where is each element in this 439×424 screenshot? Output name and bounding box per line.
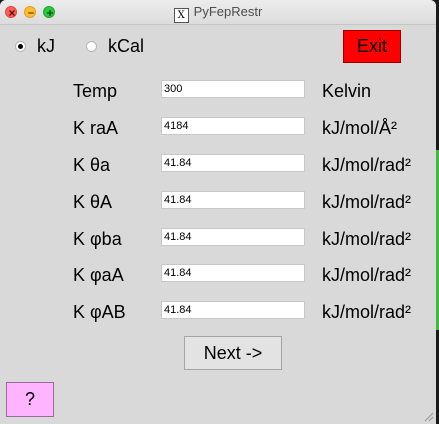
radio-kj-label: kJ [37,36,55,56]
unit-label: kJ/mol/rad² [322,192,412,212]
window-title: X PyFepRestr [0,4,436,23]
param-label: Temp [73,81,118,101]
k-theta-A-input[interactable] [161,191,305,209]
param-row-temp: Temp Kelvin [0,79,436,109]
next-button[interactable]: Next -> [184,336,282,370]
k-phi-AB-input[interactable] [161,301,305,319]
k-phi-aA-input[interactable] [161,264,305,282]
param-row-k-theta-A: K θA kJ/mol/rad² [0,190,436,220]
param-row-k-phi-aA: K φaA kJ/mol/rad² [0,263,436,293]
param-label: K θA [73,192,113,212]
param-label: K φaA [73,265,124,285]
x11-app-icon: X [173,8,189,23]
unit-label: kJ/mol/rad² [322,229,412,249]
param-row-k-phi-ba: K φba kJ/mol/rad² [0,227,436,257]
param-row-k-phi-AB: K φAB kJ/mol/rad² [0,300,436,330]
resize-grip-icon[interactable] [422,410,434,422]
radio-kcal-indicator[interactable] [86,41,97,52]
exit-button[interactable]: Exit [343,30,401,63]
title-bar[interactable]: X PyFepRestr [0,0,436,25]
unit-label: kJ/mol/Å² [322,118,398,138]
app-window: X PyFepRestr kJ kCal Exit Temp Kelvin K r… [0,0,436,424]
radio-kj[interactable]: kJ [15,36,55,57]
unit-label: kJ/mol/rad² [322,265,412,285]
radio-kcal[interactable]: kCal [86,36,144,57]
window-title-text: PyFepRestr [193,4,263,19]
param-label: K φAB [73,302,126,322]
k-raa-input[interactable] [161,117,305,135]
help-button[interactable]: ? [6,382,54,417]
temp-input[interactable] [161,80,305,98]
param-label: K θa [73,155,111,175]
unit-label: Kelvin [322,81,372,101]
param-label: K φba [73,229,122,249]
k-phi-ba-input[interactable] [161,228,305,246]
unit-label: kJ/mol/rad² [322,302,412,322]
radio-kj-indicator[interactable] [15,41,26,52]
param-row-k-raa: K raA kJ/mol/Å² [0,116,436,146]
param-row-k-theta-a: K θa kJ/mol/rad² [0,153,436,183]
radio-kcal-label: kCal [108,36,145,56]
unit-label: kJ/mol/rad² [322,155,412,175]
k-theta-a-input[interactable] [161,154,305,172]
param-label: K raA [73,118,119,138]
